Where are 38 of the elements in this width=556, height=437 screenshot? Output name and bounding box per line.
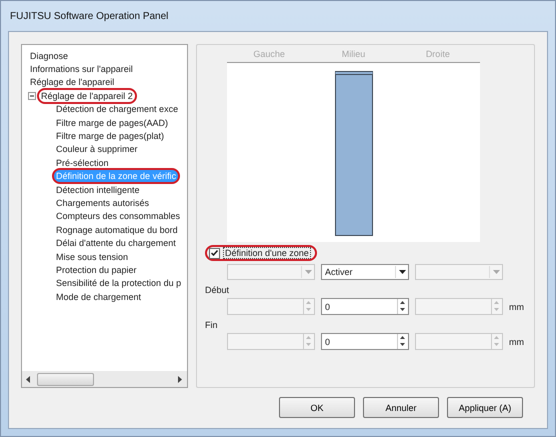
tree-item[interactable]: Sensibilité de la protection du p <box>52 275 186 292</box>
column-label: Droite <box>424 49 451 59</box>
dropdown-arrow-icon <box>304 270 312 274</box>
scroll-left-icon[interactable] <box>26 376 31 382</box>
tree-item[interactable]: Détection intelligente <box>52 182 144 198</box>
tree-item[interactable]: Chargements autorisés <box>52 195 154 211</box>
spin-field[interactable]: 0 <box>321 298 409 315</box>
spin-arrows-icon[interactable] <box>397 334 408 349</box>
dropdown-arrow-icon <box>398 270 406 274</box>
tree-item[interactable]: Compteurs des consommables <box>52 208 184 224</box>
tree-item[interactable]: Réglage de l'appareil 2 <box>37 88 137 104</box>
horizontal-scrollbar[interactable] <box>22 371 187 387</box>
range-label: Fin <box>205 319 219 330</box>
tree-item[interactable]: Délai d'attente du chargement <box>52 235 180 252</box>
range-label: Début <box>205 284 230 295</box>
dialog-button[interactable]: OK <box>279 397 355 418</box>
dropdown[interactable]: Activer <box>321 264 409 280</box>
dialog-button[interactable]: Annuler <box>363 397 439 418</box>
tree-item[interactable]: Pré-sélection <box>52 154 113 171</box>
dialog-button[interactable]: Appliquer (A) <box>447 397 523 418</box>
collapse-icon[interactable] <box>28 92 36 100</box>
spin-arrows-icon[interactable] <box>397 299 408 314</box>
window-title: FUJITSU Software Operation Panel <box>9 10 170 24</box>
scroll-right-icon[interactable] <box>178 376 183 382</box>
dropdown-arrow-icon <box>492 270 500 274</box>
checkmark-icon <box>211 250 218 256</box>
unit-label: mm <box>509 336 524 346</box>
tree-item[interactable]: Détection de chargement exce <box>52 101 182 118</box>
column-label: Gauche <box>252 49 286 59</box>
tree-item[interactable]: Mode de chargement <box>52 288 146 305</box>
scroll-thumb[interactable] <box>37 372 94 386</box>
zone-checkbox[interactable]: Définition d'une zone <box>205 245 317 261</box>
column-label: Milieu <box>340 49 366 59</box>
unit-label: mm <box>509 302 524 312</box>
tree-item[interactable]: Filtre marge de pages(AAD) <box>52 114 172 131</box>
spin-field[interactable]: 0 <box>321 333 409 350</box>
tree-item[interactable]: Rognage automatique du bord <box>52 222 182 238</box>
tree-item[interactable]: Diagnose <box>26 48 72 64</box>
